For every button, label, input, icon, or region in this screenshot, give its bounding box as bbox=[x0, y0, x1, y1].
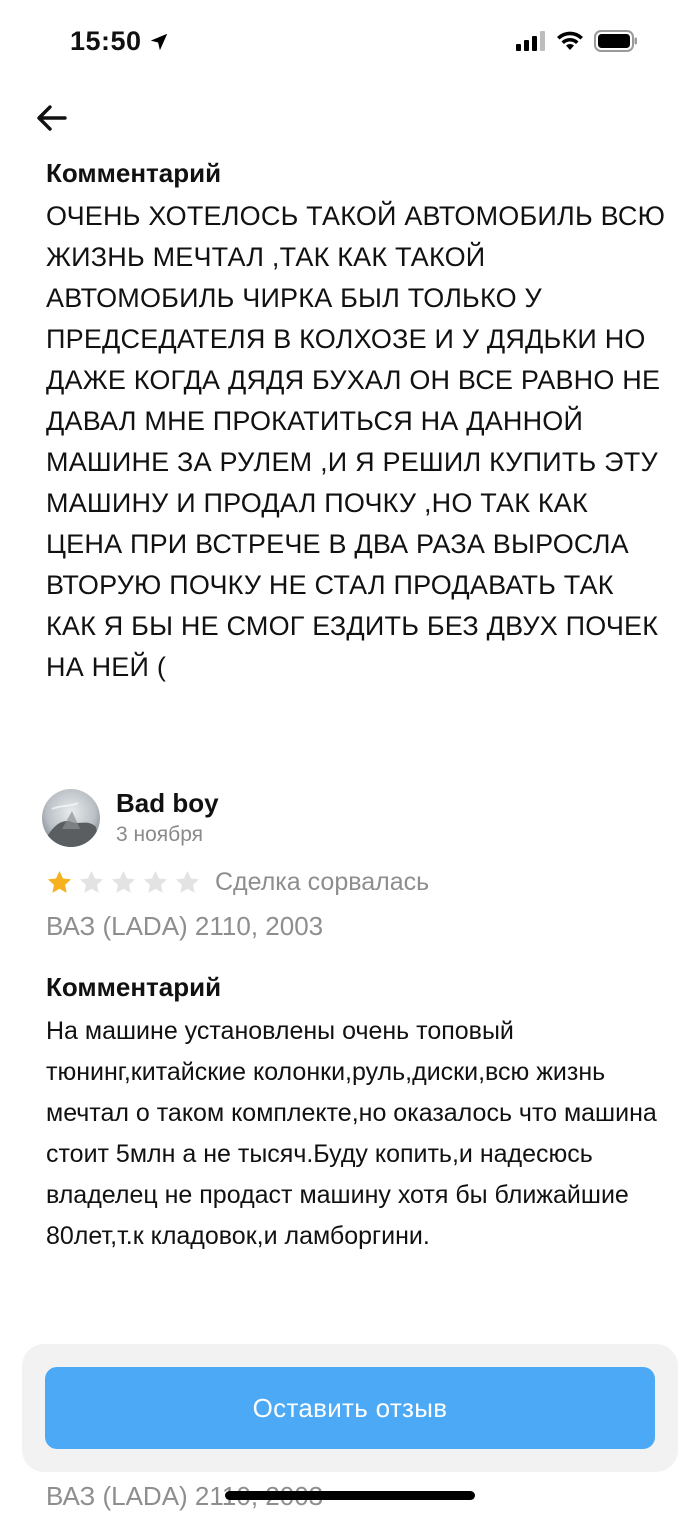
star-empty-icon bbox=[79, 870, 104, 893]
avatar[interactable] bbox=[42, 789, 100, 847]
deal-status: Сделка сорвалась bbox=[215, 867, 430, 896]
star-empty-icon bbox=[175, 870, 200, 893]
star-filled-icon bbox=[47, 870, 72, 893]
review-card: Bad boy 3 ноября Сделка сорвалась ВАЗ (L… bbox=[42, 786, 666, 946]
status-time-text: 15:50 bbox=[70, 26, 142, 56]
rating-row: Сделка сорвалась bbox=[46, 862, 666, 902]
review-date: 3 ноября bbox=[116, 823, 204, 846]
cellular-signal-icon bbox=[516, 31, 545, 51]
star-empty-icon bbox=[143, 870, 168, 893]
home-indicator[interactable] bbox=[225, 1491, 475, 1500]
author-name[interactable]: Bad boy bbox=[116, 786, 219, 820]
arrow-left-icon bbox=[37, 105, 67, 131]
status-time: 15:50 bbox=[70, 26, 170, 57]
star-empty-icon bbox=[111, 870, 136, 893]
back-button[interactable] bbox=[30, 96, 74, 140]
status-icons bbox=[516, 30, 638, 52]
location-arrow-icon bbox=[150, 33, 167, 50]
battery-icon bbox=[594, 30, 637, 52]
author-info: Bad boy 3 ноября bbox=[116, 786, 219, 850]
car-model: ВАЗ (LADA) 2110, 2003 bbox=[46, 911, 324, 941]
review-header: Bad boy 3 ноября bbox=[42, 786, 666, 850]
comment-title: Комментарий bbox=[46, 158, 222, 188]
review-comment-text: На машине установлены очень топовый тюни… bbox=[46, 1017, 657, 1250]
leave-review-button[interactable]: Оставить отзыв bbox=[45, 1367, 655, 1449]
review-comment-title: Комментарий bbox=[46, 972, 222, 1002]
star-rating bbox=[46, 869, 201, 896]
comment-text: ОЧЕНЬ ХОТЕЛОСЬ ТАКОЙ АВТОМОБИЛЬ ВСЮ ЖИЗН… bbox=[46, 201, 666, 682]
previous-review-comment: Комментарий ОЧЕНЬ ХОТЕЛОСЬ ТАКОЙ АВТОМОБ… bbox=[46, 154, 666, 688]
wifi-icon bbox=[557, 31, 583, 50]
status-bar: 15:50 bbox=[0, 0, 700, 88]
